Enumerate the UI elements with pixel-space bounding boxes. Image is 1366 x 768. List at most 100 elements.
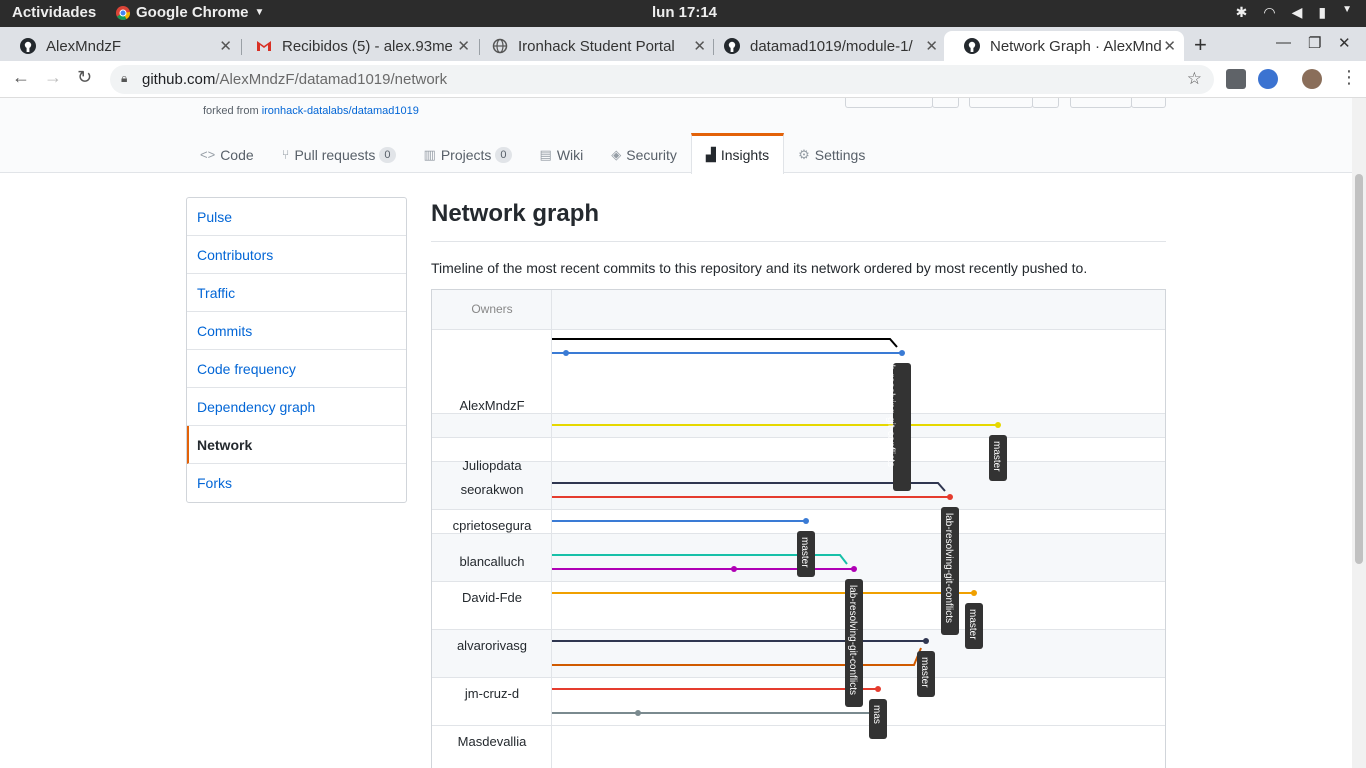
menu-item-dependency-graph[interactable]: Dependency graph xyxy=(187,388,406,426)
system-tray[interactable]: ✱ ◠ ◀ ▮ ▼ xyxy=(1236,4,1352,21)
battery-icon[interactable]: ▮ xyxy=(1318,4,1326,21)
commit-dot xyxy=(971,590,977,596)
extension-icon[interactable] xyxy=(1258,69,1278,89)
menu-item-network[interactable]: Network xyxy=(187,426,406,464)
page-description: Timeline of the most recent commits to t… xyxy=(431,260,1088,276)
fork-count[interactable] xyxy=(1131,98,1166,108)
branch-label: master xyxy=(989,435,1007,481)
tab-pull-requests[interactable]: ⑂ Pull requests 0 xyxy=(268,133,410,173)
branch-label-text: master xyxy=(991,441,1002,472)
address-bar[interactable]: 🔒︎ github.com/AlexMndzF/datamad1019/netw… xyxy=(110,65,1214,94)
owner-name[interactable]: Juliopdata xyxy=(432,458,552,473)
browser-tab-active[interactable]: Network Graph · AlexMnd ✕ xyxy=(944,31,1184,61)
branch-line xyxy=(552,703,879,714)
reload-icon[interactable]: ↻ xyxy=(77,67,92,88)
github-icon xyxy=(964,38,980,54)
wifi-icon[interactable]: ◠ xyxy=(1263,4,1275,21)
watch-button[interactable] xyxy=(845,98,933,108)
commit-dot xyxy=(923,638,929,644)
page-scrollbar[interactable] xyxy=(1352,98,1366,768)
branch-line xyxy=(552,482,946,492)
watch-count[interactable] xyxy=(932,98,959,108)
tab-settings[interactable]: ⚙ Settings xyxy=(784,133,879,173)
owner-name[interactable]: alvarorivasg xyxy=(432,638,552,653)
branch-label: master xyxy=(917,651,935,697)
forked-link[interactable]: ironhack-datalabs/datamad1019 xyxy=(262,105,419,117)
tab-wiki[interactable]: ▤ Wiki xyxy=(526,133,598,173)
branch-label-text: master xyxy=(967,609,978,640)
owner-name[interactable]: AlexMndzF xyxy=(432,398,552,413)
browser-tab[interactable]: datamad1019/module-1/ ✕ xyxy=(704,31,946,61)
menu-item-traffic[interactable]: Traffic xyxy=(187,274,406,312)
menu-kebab-icon[interactable]: ⋮ xyxy=(1340,67,1358,88)
back-arrow-icon[interactable]: ← xyxy=(12,67,30,88)
tab-title: datamad1019/module-1/ xyxy=(750,37,913,55)
branch-label-text: mas xyxy=(871,705,882,724)
lock-icon: 🔒︎ xyxy=(121,71,128,85)
close-icon[interactable]: ✕ xyxy=(457,37,470,55)
browser-tab[interactable]: AlexMndzF ✕ xyxy=(0,31,240,61)
owner-name[interactable]: seorakwon xyxy=(432,482,552,497)
new-tab-button[interactable]: + xyxy=(1194,32,1207,58)
app-name: Google Chrome xyxy=(136,4,249,21)
profile-avatar[interactable] xyxy=(1302,69,1322,89)
gmail-icon xyxy=(257,41,271,51)
star-button[interactable] xyxy=(969,98,1033,108)
volume-icon[interactable]: ◀ xyxy=(1292,4,1303,21)
menu-item-contributors[interactable]: Contributors xyxy=(187,236,406,274)
code-icon: <> xyxy=(200,147,216,162)
tab-label: Security xyxy=(626,146,677,163)
branch-label: lab-resolving-git-conflicts xyxy=(885,357,911,491)
tab-label: Settings xyxy=(814,146,866,163)
counter-badge: 0 xyxy=(495,146,512,163)
commit-dot xyxy=(899,350,905,356)
tab-insights[interactable]: ▟ Insights xyxy=(690,133,785,174)
commit-dot xyxy=(995,422,1001,428)
tab-title: Recibidos (5) - alex.93men xyxy=(282,37,452,55)
minimize-button[interactable]: — xyxy=(1276,34,1291,51)
app-menu[interactable]: Google Chrome ▼ xyxy=(116,4,264,21)
owner-name[interactable]: Masdevallia xyxy=(432,734,552,749)
close-icon[interactable]: ✕ xyxy=(219,37,232,55)
fork-button[interactable] xyxy=(1070,98,1132,108)
commit-dot xyxy=(803,518,809,524)
tab-title: Ironhack Student Portal xyxy=(518,37,675,55)
extension-icon[interactable] xyxy=(1226,69,1246,89)
close-icon[interactable]: ✕ xyxy=(1163,37,1176,55)
tab-projects[interactable]: ▥ Projects 0 xyxy=(410,133,526,173)
bookmark-star-icon[interactable]: ☆ xyxy=(1187,69,1202,89)
window-close-button[interactable]: ✕ xyxy=(1338,34,1351,52)
maximize-button[interactable]: ❐ xyxy=(1308,34,1321,52)
scrollbar-thumb[interactable] xyxy=(1355,174,1363,564)
tab-title: AlexMndzF xyxy=(46,37,122,55)
tab-label: Pull requests xyxy=(294,146,376,163)
commit-dot xyxy=(947,494,953,500)
slack-icon[interactable]: ✱ xyxy=(1236,4,1248,21)
menu-item-commits[interactable]: Commits xyxy=(187,312,406,350)
shield-icon: ◈ xyxy=(611,146,622,162)
menu-item-forks[interactable]: Forks xyxy=(187,464,406,502)
menu-item-pulse[interactable]: Pulse xyxy=(187,198,406,236)
owner-name[interactable]: blancalluch xyxy=(432,554,552,569)
forward-arrow-icon[interactable]: → xyxy=(44,67,62,88)
repo-header: forked from ironhack-datalabs/datamad101… xyxy=(0,98,1352,174)
browser-tab[interactable]: Recibidos (5) - alex.93men ✕ xyxy=(236,31,478,61)
tab-label: Code xyxy=(220,146,254,163)
network-graph[interactable]: Owners AlexMndzF Juliopdata seorakwon cp… xyxy=(431,289,1166,768)
activities-button[interactable]: Actividades xyxy=(12,4,96,21)
network-canvas[interactable]: lab-resolving-git-conflicts master lab-r… xyxy=(552,330,1165,768)
globe-icon xyxy=(492,38,508,54)
chevron-down-icon[interactable]: ▼ xyxy=(1342,4,1352,21)
owner-name[interactable]: David-Fde xyxy=(432,590,552,605)
menu-item-code-frequency[interactable]: Code frequency xyxy=(187,350,406,388)
tab-code[interactable]: <> Code xyxy=(186,133,268,173)
github-icon xyxy=(724,38,740,54)
tab-label: Projects xyxy=(440,146,492,163)
tab-security[interactable]: ◈ Security xyxy=(597,133,691,173)
close-icon[interactable]: ✕ xyxy=(925,37,938,55)
owner-name[interactable]: cprietosegura xyxy=(432,518,552,533)
browser-tab[interactable]: Ironhack Student Portal ✕ xyxy=(472,31,714,61)
star-count[interactable] xyxy=(1032,98,1059,108)
owner-name[interactable]: jm-cruz-d xyxy=(432,686,552,701)
clock[interactable]: lun 17:14 xyxy=(652,4,717,21)
